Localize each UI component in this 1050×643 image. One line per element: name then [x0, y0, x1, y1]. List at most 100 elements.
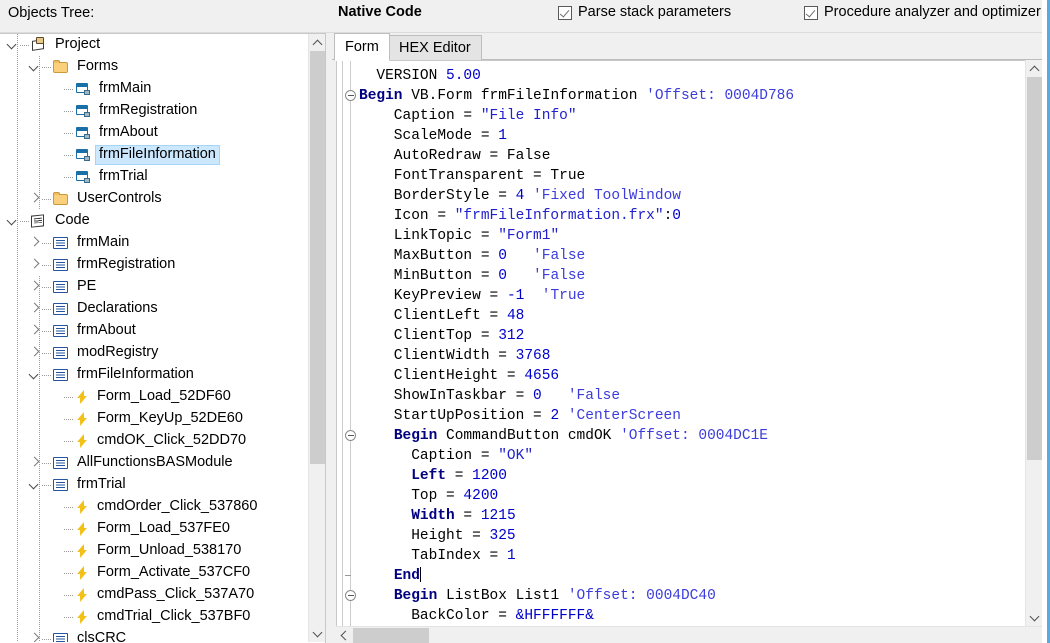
- tree-item[interactable]: Form_Load_537FE0: [0, 518, 308, 540]
- tree-item[interactable]: Forms: [0, 56, 308, 78]
- checkbox-checked-icon[interactable]: [558, 5, 572, 20]
- chevron-right-icon[interactable]: [26, 257, 42, 273]
- code-token: -1: [506, 288, 525, 304]
- editor-horizontal-scrollbar[interactable]: [336, 626, 1042, 643]
- parse-stack-parameters-checkbox[interactable]: Parse stack parameters: [558, 5, 731, 20]
- tree-item[interactable]: cmdTrial_Click_537BF0: [0, 606, 308, 628]
- procedure-analyzer-checkbox[interactable]: Procedure analyzer and optimizer: [804, 5, 1041, 20]
- code-token: 'CenterScreen: [567, 408, 681, 424]
- editor-scroll-thumb[interactable]: [1027, 77, 1042, 461]
- code-token: VERSION: [359, 68, 447, 84]
- tree-item[interactable]: cmdOK_Click_52DD70: [0, 430, 308, 452]
- tree-item[interactable]: PE: [0, 276, 308, 298]
- procedure-icon: [74, 543, 90, 559]
- scroll-up-arrow-icon[interactable]: [309, 34, 325, 51]
- tree-item[interactable]: AllFunctionsBASModule: [0, 452, 308, 474]
- code-token: "File Info": [480, 108, 577, 124]
- tree-item-label: Code: [55, 212, 90, 228]
- code-token: 1215: [480, 508, 516, 524]
- checkbox-checked-icon[interactable]: [804, 5, 818, 20]
- procedure-icon: [74, 499, 90, 515]
- tree-item[interactable]: modRegistry: [0, 342, 308, 364]
- tree-item[interactable]: Declarations: [0, 298, 308, 320]
- tree-vertical-scrollbar[interactable]: [308, 34, 325, 642]
- tree-item[interactable]: Code: [0, 210, 308, 232]
- project-icon: [30, 37, 48, 53]
- tree-guide-line: [17, 34, 18, 642]
- tree-connector: [42, 254, 52, 276]
- tree-connector: [64, 496, 74, 518]
- code-token: BackColor =: [359, 608, 516, 624]
- tree-scroll-thumb[interactable]: [310, 51, 325, 465]
- tab-form[interactable]: Form: [334, 33, 390, 61]
- tree-connector: [64, 430, 74, 452]
- procedure-icon: [74, 609, 90, 625]
- tree-item[interactable]: cmdPass_Click_537A70: [0, 584, 308, 606]
- module-icon: [52, 279, 70, 295]
- tree-item[interactable]: frmRegistration: [0, 100, 308, 122]
- code-text[interactable]: VERSION 5.00 Begin VB.Form frmFileInforma…: [359, 61, 1050, 642]
- objects-tree-panel: Project Forms frmMain frmRegistration frmAbo…: [0, 33, 326, 643]
- tab-hex-editor[interactable]: HEX Editor: [388, 35, 482, 60]
- code-token: 1: [498, 128, 507, 144]
- scroll-down-arrow-icon[interactable]: [309, 625, 325, 642]
- module-icon: [52, 455, 70, 471]
- code-token: Caption =: [359, 108, 481, 124]
- tree-item[interactable]: Form_Load_52DF60: [0, 386, 308, 408]
- fold-collapse-icon[interactable]: [345, 590, 356, 601]
- tree-connector: [64, 408, 74, 430]
- code-token: StartUpPosition =: [359, 408, 551, 424]
- tree-item[interactable]: Form_Activate_537CF0: [0, 562, 308, 584]
- tree-item[interactable]: clsCRC: [0, 628, 308, 642]
- tree-item[interactable]: Form_Unload_538170: [0, 540, 308, 562]
- tree-item[interactable]: UserControls: [0, 188, 308, 210]
- code-token: Begin: [359, 88, 403, 104]
- code-editor[interactable]: VERSION 5.00 Begin VB.Form frmFileInforma…: [336, 60, 1050, 643]
- tree-item[interactable]: frmFileInformation: [0, 364, 308, 386]
- tree-item[interactable]: frmAbout: [0, 122, 308, 144]
- module-icon: [52, 345, 70, 361]
- code-token: "Form1": [498, 228, 560, 244]
- code-token: &HFFFFFF&: [515, 608, 594, 624]
- code-line: TabIndex = 1: [359, 546, 1050, 566]
- editor-hscroll-thumb[interactable]: [353, 628, 429, 643]
- code-line: MinButton = 0 'False: [359, 266, 1050, 286]
- tree-item[interactable]: Project: [0, 34, 308, 56]
- code-root-icon: [30, 213, 48, 229]
- scroll-up-arrow-icon[interactable]: [1026, 60, 1043, 77]
- code-token: Left: [411, 468, 447, 484]
- chevron-right-icon[interactable]: [26, 235, 42, 251]
- tree-guide-line: [39, 56, 40, 210]
- code-fold-margin[interactable]: [337, 61, 359, 642]
- tree-item[interactable]: frmRegistration: [0, 254, 308, 276]
- tree-connector: [20, 34, 30, 56]
- tree-item[interactable]: frmMain: [0, 232, 308, 254]
- tree-item[interactable]: cmdOrder_Click_537860: [0, 496, 308, 518]
- code-token: 'Fixed ToolWindow: [533, 188, 681, 204]
- code-token: ClientHeight =: [359, 368, 525, 384]
- scroll-down-arrow-icon[interactable]: [1026, 609, 1043, 626]
- tree-item-label: Project: [55, 36, 101, 52]
- tree-item[interactable]: frmTrial: [0, 474, 308, 496]
- objects-tree[interactable]: Project Forms frmMain frmRegistration frmAbo…: [0, 34, 308, 642]
- tree-item[interactable]: frmAbout: [0, 320, 308, 342]
- tree-item-label: clsCRC: [77, 630, 127, 642]
- tree-item[interactable]: Form_KeyUp_52DE60: [0, 408, 308, 430]
- fold-collapse-icon[interactable]: [345, 90, 356, 101]
- module-icon: [52, 367, 70, 383]
- tree-item-label: frmMain: [99, 80, 152, 96]
- editor-vertical-scrollbar[interactable]: [1025, 60, 1043, 626]
- scroll-left-arrow-icon[interactable]: [336, 627, 353, 643]
- tree-item[interactable]: frmMain: [0, 78, 308, 100]
- code-line: ShowInTaskbar = 0 'False: [359, 386, 1050, 406]
- tree-item[interactable]: frmTrial: [0, 166, 308, 188]
- fold-collapse-icon[interactable]: [345, 430, 356, 441]
- text-cursor: [419, 567, 421, 582]
- tree-item[interactable]: frmFileInformation: [0, 144, 308, 166]
